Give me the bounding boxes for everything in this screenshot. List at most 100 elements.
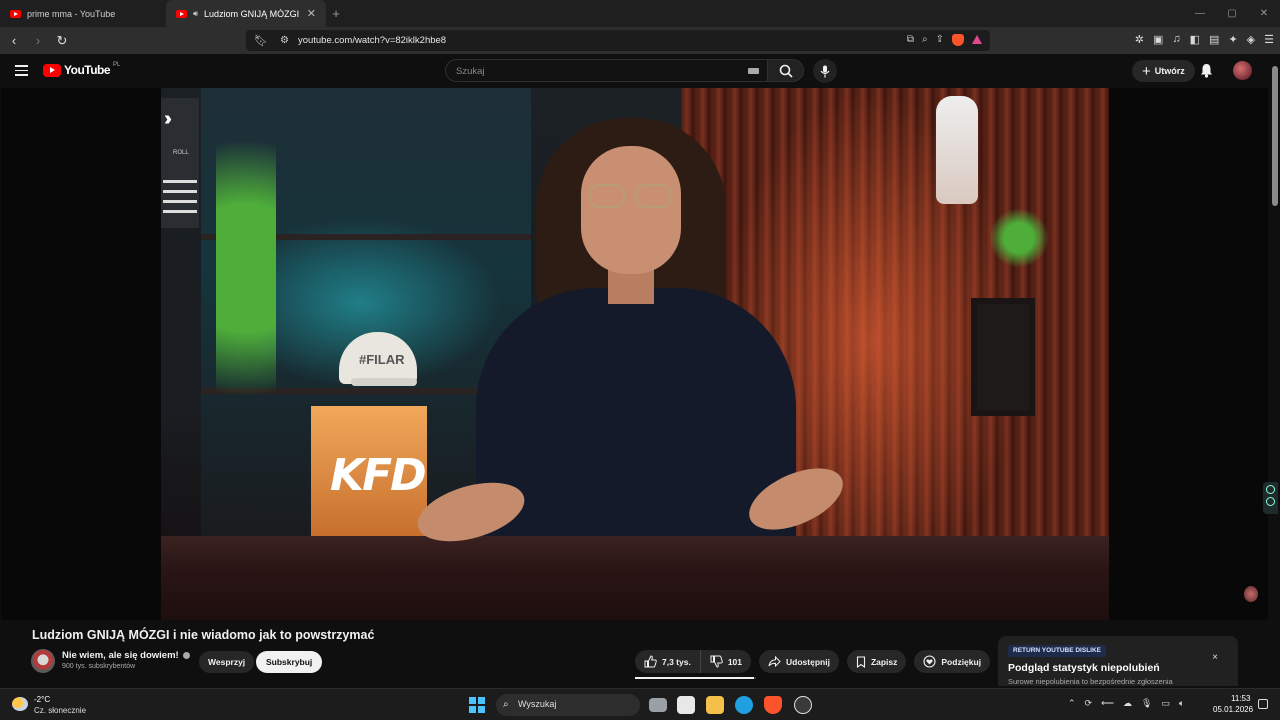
media-icon[interactable]: ♫ <box>1172 33 1180 46</box>
site-settings-icon[interactable]: ⚙︎ <box>280 35 289 46</box>
screenshot-icon[interactable]: ▣ <box>1153 33 1163 46</box>
speaker-icon[interactable]: 🔊︎ <box>193 9 198 19</box>
chatgpt-icon[interactable] <box>794 696 812 714</box>
brave-shields-icon[interactable] <box>952 34 964 46</box>
edge-icon[interactable] <box>735 696 753 714</box>
cloud-icon[interactable]: ☁︎ <box>1123 698 1132 709</box>
like-count: 7,3 tys. <box>662 656 691 667</box>
forward-icon[interactable]: › <box>28 33 48 48</box>
browser-tab-current[interactable]: 🔊︎ Ludziom GNIJĄ MÓZGI i nie wiadomo jak… <box>166 0 326 27</box>
close-card-icon[interactable]: × <box>1212 652 1218 663</box>
network-icon[interactable]: ▭ <box>1161 698 1170 709</box>
clock-time[interactable]: 11:53 <box>1231 694 1250 703</box>
notification-center-icon[interactable] <box>1258 699 1268 709</box>
statue-decoration <box>936 96 978 204</box>
address-bar-actions: ⧉ ⌕ ⇪ <box>907 34 982 46</box>
card-description: Surowe niepolubienia to bezpośrednie zgł… <box>1008 677 1173 686</box>
scrollbar-thumb[interactable] <box>1272 66 1278 206</box>
video-player[interactable]: ››› ROLL #FILAR KFD <box>1 88 1268 620</box>
url-text[interactable]: youtube.com/watch?v=82iklk2hbe8 <box>298 35 446 46</box>
close-tab-icon[interactable]: ✕ <box>307 7 316 20</box>
brave-browser-icon[interactable] <box>764 696 782 714</box>
address-bar[interactable]: 🔖︎ ⚙︎ youtube.com/watch?v=82iklk2hbe8 ⧉ … <box>246 30 990 51</box>
sync-icon[interactable]: ⟳ <box>1085 698 1093 709</box>
extension-close-icon[interactable] <box>1266 485 1275 494</box>
maximize-button[interactable]: ▢ <box>1216 0 1248 27</box>
store-icon[interactable] <box>677 696 695 714</box>
open-external-icon[interactable]: ⧉ <box>907 34 914 46</box>
youtube-logo[interactable]: YouTube PL <box>43 62 121 77</box>
panel-label: ROLL <box>173 150 189 156</box>
thanks-button[interactable]: Podziękuj <box>914 650 991 673</box>
show-hidden-icons-icon[interactable]: ⌃ <box>1068 698 1076 709</box>
channel-avatar[interactable] <box>31 649 55 673</box>
thumbs-down-icon <box>710 655 723 668</box>
guide-menu-icon[interactable] <box>15 65 28 76</box>
search-icon <box>779 64 793 78</box>
account-avatar[interactable] <box>1233 61 1252 80</box>
join-button[interactable]: Wesprzyj <box>199 651 255 673</box>
vpn-icon[interactable]: ◈ <box>1247 33 1255 46</box>
presenter-glasses <box>589 184 673 208</box>
zoom-icon[interactable]: ⌕ <box>922 34 928 46</box>
minimize-button[interactable]: — <box>1184 0 1216 27</box>
close-window-button[interactable]: ✕ <box>1248 0 1280 27</box>
like-button[interactable]: 7,3 tys. <box>635 650 700 673</box>
search-button[interactable] <box>767 59 804 82</box>
search-input[interactable]: Szukaj <box>445 59 767 82</box>
youtube-favicon-icon <box>176 9 187 18</box>
dislike-button[interactable]: 101 <box>699 650 751 673</box>
extensions-icon[interactable]: ✲ <box>1135 33 1144 46</box>
subscribe-button[interactable]: Subskrybuj <box>256 651 323 673</box>
leo-icon[interactable]: ✦ <box>1228 33 1237 46</box>
microphone-icon[interactable]: 🎙︎ <box>1141 698 1152 709</box>
share-button[interactable]: Udostępnij <box>759 650 839 673</box>
weather-icon[interactable] <box>12 697 28 711</box>
new-tab-button[interactable]: + <box>326 6 346 21</box>
notifications-bell-icon[interactable] <box>1200 63 1213 83</box>
reload-icon[interactable]: ↻ <box>52 33 72 49</box>
microphone-icon <box>820 65 830 77</box>
thanks-label: Podziękuj <box>941 656 982 667</box>
channel-name[interactable]: Nie wiem, ale się dowiem! <box>62 650 179 661</box>
voice-search-button[interactable] <box>813 59 837 83</box>
save-button[interactable]: Zapisz <box>846 650 907 673</box>
thanks-heart-icon <box>923 655 936 668</box>
sidebar-icon[interactable]: ◧ <box>1190 33 1200 46</box>
side-extension-tab[interactable] <box>1263 482 1278 514</box>
create-label: Utwórz <box>1154 66 1185 76</box>
weather-description[interactable]: Cz. słonecznie <box>34 706 86 715</box>
channel-watermark-icon[interactable] <box>1244 586 1258 602</box>
taskbar-search[interactable]: ⌕ Wyszukaj <box>496 694 640 716</box>
menu-icon[interactable]: ☰ <box>1264 33 1274 46</box>
window-controls: — ▢ ✕ <box>1184 0 1280 27</box>
back-icon[interactable]: ‹ <box>4 33 24 48</box>
country-code: PL <box>113 62 121 68</box>
start-button[interactable] <box>469 697 485 713</box>
create-button[interactable]: + Utwórz <box>1132 60 1195 82</box>
brave-rewards-icon[interactable] <box>972 35 982 44</box>
browser-extension-icons: ✲ ▣ ♫ ◧ ▤ ✦ ◈ ☰ <box>1135 33 1274 46</box>
video-frame[interactable]: ››› ROLL #FILAR KFD <box>161 88 1109 620</box>
keyboard-icon[interactable] <box>748 68 759 74</box>
channel-name-row[interactable]: Nie wiem, ale się dowiem! <box>62 650 190 661</box>
task-view-icon[interactable] <box>649 698 667 712</box>
weather-temperature[interactable]: -2°C <box>34 695 50 704</box>
dislike-count: 101 <box>727 656 743 667</box>
hanging-plant <box>216 88 276 448</box>
return-youtube-dislike-card: RETURN YOUTUBE DISLIKE Podgląd statystyk… <box>998 636 1238 686</box>
volume-icon[interactable]: 🔈︎ <box>1179 698 1184 709</box>
clock-date[interactable]: 05.01.2026 <box>1213 705 1253 714</box>
file-explorer-icon[interactable] <box>706 696 724 714</box>
share-icon[interactable]: ⇪ <box>936 34 944 46</box>
kfd-sign-text: KFD <box>330 450 427 501</box>
studio-desk <box>161 536 1109 620</box>
bookmark-icon[interactable]: 🔖︎ <box>254 34 268 47</box>
tab-title: prime mma - YouTube <box>27 8 116 19</box>
card-title: Podgląd statystyk niepolubień <box>1008 662 1160 674</box>
share-label: Udostępnij <box>786 656 830 667</box>
extension-toggle-icon[interactable] <box>1266 497 1275 506</box>
wallet-icon[interactable]: ▤ <box>1209 33 1219 46</box>
browser-tab-prime-mma[interactable]: prime mma - YouTube <box>0 0 166 27</box>
back-arrow-icon[interactable]: ⟵ <box>1101 698 1114 709</box>
